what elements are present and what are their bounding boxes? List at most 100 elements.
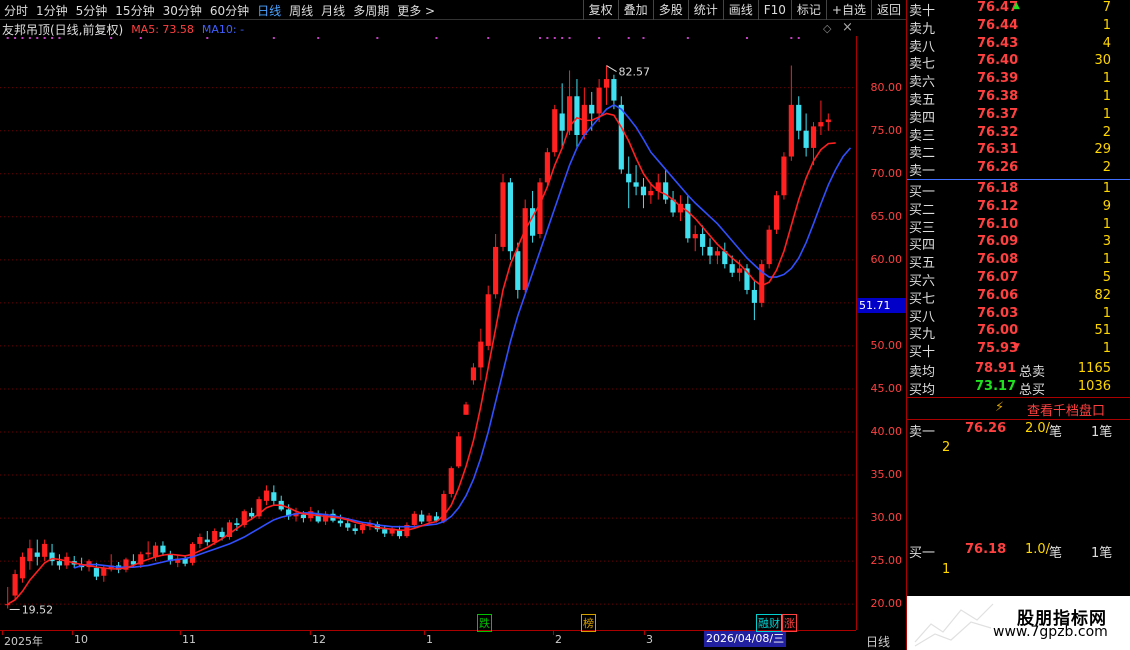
event-marker[interactable]: 融财 xyxy=(756,614,782,632)
signal-dot xyxy=(745,37,748,39)
ask-row[interactable]: 卖六 76.39 1 xyxy=(907,71,1115,91)
candle-body xyxy=(618,104,624,170)
period-label[interactable]: 日线 xyxy=(866,633,890,650)
ask-row[interactable]: 卖一 76.26 2 xyxy=(907,160,1115,179)
candle-body xyxy=(337,520,343,524)
bid-row[interactable]: 买二 76.12 9 xyxy=(907,198,1115,218)
tool-button[interactable]: 复权 xyxy=(582,0,618,20)
bid-label: 买五 xyxy=(909,256,936,272)
event-marker[interactable]: 跌 xyxy=(477,614,492,632)
candlestick-chart[interactable]: 82.57 19.52 xyxy=(0,36,856,630)
ask-row[interactable]: 卖十 76.47 7 ▲ xyxy=(907,0,1115,19)
bid-row[interactable]: 买八 76.03 1 xyxy=(907,305,1115,325)
candle-body xyxy=(796,104,802,131)
bid-price: 76.12 xyxy=(977,198,1019,214)
bid-label: 买六 xyxy=(909,274,936,289)
tool-button[interactable]: 标记 xyxy=(790,0,826,20)
ask-row[interactable]: 卖二 76.31 29 xyxy=(907,142,1115,161)
bid-row[interactable]: 买四 76.09 3 xyxy=(907,234,1115,253)
ask-row[interactable]: 卖八 76.43 4 xyxy=(907,36,1115,55)
candle-body xyxy=(34,552,40,557)
period-tab[interactable]: 15分钟 xyxy=(115,2,154,19)
bid-row[interactable]: 买一 76.18 1 xyxy=(907,181,1115,200)
ask-volume: 1 xyxy=(1102,89,1111,104)
candle-body xyxy=(640,186,647,196)
tool-button[interactable]: 统计 xyxy=(687,0,723,20)
period-tab[interactable]: 60分钟 xyxy=(210,2,249,19)
bid-volume: 3 xyxy=(1102,234,1111,250)
bid-label: 买三 xyxy=(909,220,936,236)
bid-row[interactable]: 买五 76.08 1 xyxy=(907,252,1115,272)
tool-button[interactable]: +自选 xyxy=(825,0,871,20)
time-tick-mark xyxy=(2,631,3,635)
candle-body xyxy=(633,182,639,187)
time-tick: 1 xyxy=(426,633,433,646)
period-tab[interactable]: 日线 xyxy=(257,2,281,19)
tool-button[interactable]: F10 xyxy=(757,0,791,20)
bid-row[interactable]: 买十 75.93 1 ▼ xyxy=(907,341,1115,360)
period-tab[interactable]: 分时 xyxy=(4,2,28,19)
ma10-label: MA10: - xyxy=(201,22,245,36)
bid-avg-label: 买均 xyxy=(909,383,936,398)
queue-bid-per: 1.0/ xyxy=(1025,542,1051,557)
indicator-name[interactable]: 友邦吊顶(日线,前复权) xyxy=(2,21,123,38)
ask-row[interactable]: 卖七 76.40 30 xyxy=(907,53,1115,72)
candle-body xyxy=(359,524,366,531)
bid-volume: 1 xyxy=(1102,181,1111,196)
tool-button[interactable]: 返回 xyxy=(870,0,906,20)
candle-body xyxy=(552,109,558,153)
ma5-label: MA5: 73.58 xyxy=(131,22,194,36)
ask-label: 卖三 xyxy=(909,128,936,144)
tool-button[interactable]: 画线 xyxy=(722,0,758,20)
low-price-label: 19.52 xyxy=(22,603,53,616)
ask-row[interactable]: 卖四 76.37 1 xyxy=(907,106,1115,126)
ask-volume: 1 xyxy=(1102,106,1111,122)
signal-dot xyxy=(206,37,209,39)
ma10-line xyxy=(73,103,852,569)
period-tab[interactable]: 30分钟 xyxy=(163,2,202,19)
ask-price: 76.37 xyxy=(977,106,1019,122)
queue-ask-label: 卖一 xyxy=(909,425,936,440)
period-tab[interactable]: 多周期 xyxy=(353,2,389,19)
time-tick: 11 xyxy=(182,633,196,646)
period-tab[interactable]: 周线 xyxy=(289,2,313,19)
ask-bid-divider xyxy=(907,179,1130,180)
candle-body xyxy=(56,561,63,566)
close-icon[interactable]: × xyxy=(842,20,853,35)
ask-row[interactable]: 卖九 76.44 1 xyxy=(907,18,1115,37)
event-marker[interactable]: 榜 xyxy=(581,614,596,632)
queue-bid-price: 76.18 xyxy=(965,542,1007,557)
signal-dot xyxy=(790,37,793,39)
ask-row[interactable]: 卖三 76.32 2 xyxy=(907,125,1115,144)
view-thousand-button[interactable]: 查看千档盘口 xyxy=(1027,400,1105,419)
bid-volume: 1 xyxy=(1102,252,1111,268)
candle-body xyxy=(5,604,11,606)
period-tab[interactable]: 5分钟 xyxy=(76,2,108,19)
tool-button[interactable]: 叠加 xyxy=(617,0,653,20)
signal-dot xyxy=(598,37,601,39)
ask-row[interactable]: 卖五 76.38 1 xyxy=(907,89,1115,108)
bid-row[interactable]: 买三 76.10 1 xyxy=(907,216,1115,236)
period-tab[interactable]: 更多 > xyxy=(397,2,435,19)
bid-row[interactable]: 买六 76.07 5 xyxy=(907,270,1115,289)
tool-button[interactable]: 多股 xyxy=(652,0,688,20)
diamond-icon[interactable]: ◇ xyxy=(823,22,831,35)
signal-dot xyxy=(51,37,54,39)
bid-row[interactable]: 买七 76.06 82 xyxy=(907,288,1115,307)
candle-body xyxy=(493,246,499,295)
bid-volume: 1 xyxy=(1102,216,1111,232)
period-tab[interactable]: 1分钟 xyxy=(36,2,68,19)
candle-body xyxy=(396,530,403,537)
candle-body xyxy=(692,234,698,239)
ask-queue-row: 卖一 76.26 2.0/ 笔 1笔 xyxy=(907,421,1115,440)
period-tab[interactable]: 月线 xyxy=(321,2,345,19)
divider xyxy=(907,419,1130,420)
event-marker[interactable]: 涨 xyxy=(782,614,797,632)
bid-row[interactable]: 买九 76.00 51 xyxy=(907,323,1115,342)
time-tick: 2 xyxy=(555,633,562,646)
bid-price: 76.03 xyxy=(977,305,1019,321)
ask-label: 卖六 xyxy=(909,75,936,91)
bid-volume: 1 xyxy=(1102,341,1111,357)
candle-body xyxy=(419,514,425,522)
time-tick: 12 xyxy=(312,633,326,646)
